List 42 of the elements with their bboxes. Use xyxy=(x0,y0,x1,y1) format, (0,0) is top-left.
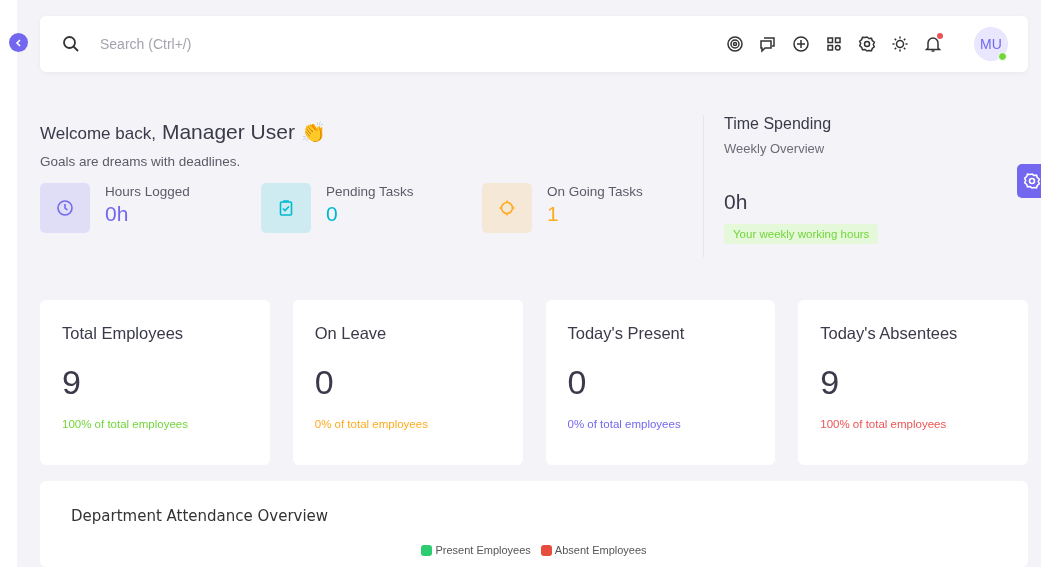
search-icon xyxy=(62,35,80,53)
card-title: On Leave xyxy=(314,324,388,343)
target-icon[interactable] xyxy=(726,35,744,53)
card-title: Today's Absentees xyxy=(820,324,959,343)
time-spending-title: Time Spending xyxy=(724,115,833,133)
card-note: 100% of total employees xyxy=(820,418,948,430)
weekly-hours-value: 0h xyxy=(724,190,749,214)
card-value: 0 xyxy=(314,363,335,402)
chart-title: Department Attendance Overview xyxy=(71,507,330,525)
legend-label[interactable]: Present Employees xyxy=(435,544,531,556)
settings-button[interactable] xyxy=(1017,164,1041,198)
card-note: 100% of total employees xyxy=(62,418,189,430)
chat-icon[interactable] xyxy=(759,35,777,53)
card-value: 9 xyxy=(62,363,82,402)
settings-icon[interactable] xyxy=(858,35,876,53)
stat-label: Hours Logged xyxy=(105,184,190,199)
stat-label: Pending Tasks xyxy=(326,184,414,199)
legend-label[interactable]: Absent Employees xyxy=(554,544,647,556)
card-value: 0 xyxy=(567,363,588,402)
card-title: Total Employees xyxy=(62,324,185,343)
stat-value: 0h xyxy=(105,202,130,226)
search-field[interactable]: Search (Ctrl+/) xyxy=(98,35,726,53)
bell-icon[interactable] xyxy=(924,35,942,53)
card-value: 9 xyxy=(820,363,841,402)
user-avatar[interactable]: MU xyxy=(974,27,1008,61)
clapping-hands-emoji: 👏 xyxy=(300,120,326,144)
weekly-hours-badge: Your weekly working hours xyxy=(724,224,879,244)
card-note: 0% of total employees xyxy=(314,418,429,430)
gear-icon xyxy=(1023,172,1041,190)
user-name: Manager User xyxy=(161,120,295,144)
grid-icon[interactable] xyxy=(825,35,843,53)
stat-value: 1 xyxy=(547,202,560,226)
stat-label: On Going Tasks xyxy=(547,184,643,199)
welcome-text: Welcome back, xyxy=(40,124,156,144)
stat-value: 0 xyxy=(326,202,339,226)
quote-text: Goals are dreams with deadlines. xyxy=(40,154,242,169)
card-title: Today's Present xyxy=(567,324,686,343)
card-note: 0% of total employees xyxy=(567,418,682,430)
add-icon[interactable] xyxy=(792,35,810,53)
chevron-left-icon xyxy=(14,38,23,47)
weekly-overview-subtitle: Weekly Overview xyxy=(724,141,826,156)
sun-icon[interactable] xyxy=(891,35,909,53)
